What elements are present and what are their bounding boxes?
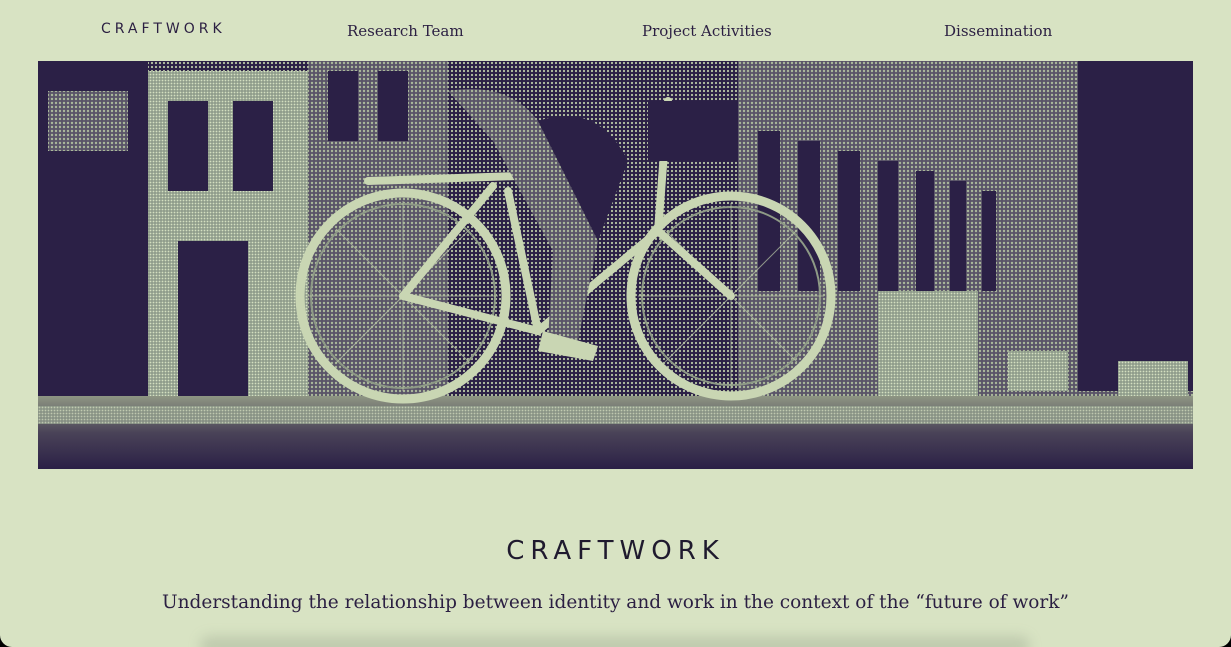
hero-image bbox=[38, 61, 1193, 469]
site-logo[interactable]: CRAFTWORK bbox=[101, 21, 226, 37]
content-card-edge bbox=[200, 636, 1030, 647]
tagline: Understanding the relationship between i… bbox=[162, 592, 1069, 613]
top-nav: CRAFTWORK Research Team Project Activiti… bbox=[0, 18, 1231, 46]
nav-research-team[interactable]: Research Team bbox=[347, 22, 464, 40]
hero-title: CRAFTWORK bbox=[506, 536, 725, 566]
page: CRAFTWORK Research Team Project Activiti… bbox=[0, 0, 1231, 647]
nav-project-activities[interactable]: Project Activities bbox=[642, 22, 772, 40]
bicycle-illustration bbox=[38, 61, 1193, 469]
nav-dissemination[interactable]: Dissemination bbox=[944, 22, 1052, 40]
